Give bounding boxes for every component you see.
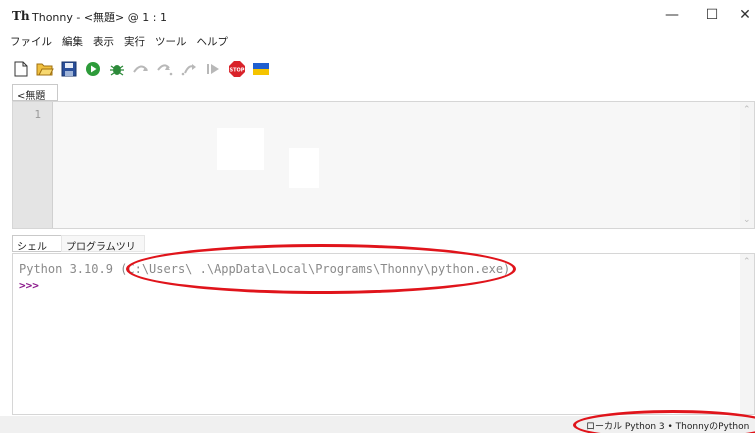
step-over-icon [130, 58, 152, 80]
scroll-up-arrow-icon[interactable]: ⌃ [743, 257, 751, 267]
debug-icon[interactable] [106, 58, 128, 80]
close-button[interactable]: ✕ [725, 0, 755, 30]
menu-view[interactable]: 表示 [88, 31, 119, 51]
menu-file[interactable]: ファイル [0, 31, 57, 51]
menu-run[interactable]: 実行 [119, 31, 150, 51]
menu-help[interactable]: ヘルプ [192, 31, 234, 51]
open-folder-icon[interactable] [34, 58, 56, 80]
status-bar: ローカル Python 3 • ThonnyのPython [0, 416, 755, 433]
window-title: Thonny - <無題> @ 1 : 1 [32, 11, 167, 24]
step-into-icon [154, 58, 176, 80]
tab-program-tree[interactable]: プログラムツリー× [61, 235, 145, 268]
shell-prompt[interactable]: >>> [19, 279, 39, 292]
editor-blank-patch [289, 148, 319, 188]
toolbar: STOP [10, 57, 274, 81]
resume-icon [202, 58, 224, 80]
shell-panel[interactable]: Python 3.10.9 (C:\Users\ .\AppData\Local… [12, 253, 755, 415]
menu-bar: ファイル 編集 表示 実行 ツール ヘルプ [0, 31, 233, 51]
menu-edit[interactable]: 編集 [57, 31, 88, 51]
save-icon[interactable] [58, 58, 80, 80]
tab-shell-label: シェル [17, 242, 47, 253]
step-out-icon [178, 58, 200, 80]
ukraine-flag-icon[interactable] [250, 58, 272, 80]
interpreter-status[interactable]: ローカル Python 3 • ThonnyのPython [586, 419, 749, 432]
line-number: 1 [34, 108, 41, 121]
menu-tools[interactable]: ツール [150, 31, 192, 51]
shell-scrollbar[interactable]: ⌃ [740, 254, 754, 414]
minimize-button[interactable]: — [652, 0, 692, 30]
run-icon[interactable] [82, 58, 104, 80]
svg-text:STOP: STOP [230, 68, 245, 74]
editor-blank-patch [217, 128, 264, 170]
editor-scrollbar[interactable]: ⌃ ⌄ [740, 102, 754, 228]
code-editor[interactable]: 1 ⌃ ⌄ [12, 101, 755, 229]
python-version-banner: Python 3.10.9 (C:\Users\ .\AppData\Local… [19, 262, 511, 276]
new-file-icon[interactable] [10, 58, 32, 80]
scroll-down-arrow-icon[interactable]: ⌄ [743, 215, 751, 225]
tab-shell[interactable]: シェル× [12, 235, 62, 264]
line-number-gutter: 1 [13, 102, 53, 228]
thonny-logo-icon: Th [12, 9, 30, 23]
scroll-up-arrow-icon[interactable]: ⌃ [743, 105, 751, 115]
stop-icon[interactable]: STOP [226, 58, 248, 80]
title-bar: Th Thonny - <無題> @ 1 : 1 — ☐ ✕ [0, 0, 755, 30]
tab-untitled[interactable]: <無題>× [12, 84, 58, 113]
